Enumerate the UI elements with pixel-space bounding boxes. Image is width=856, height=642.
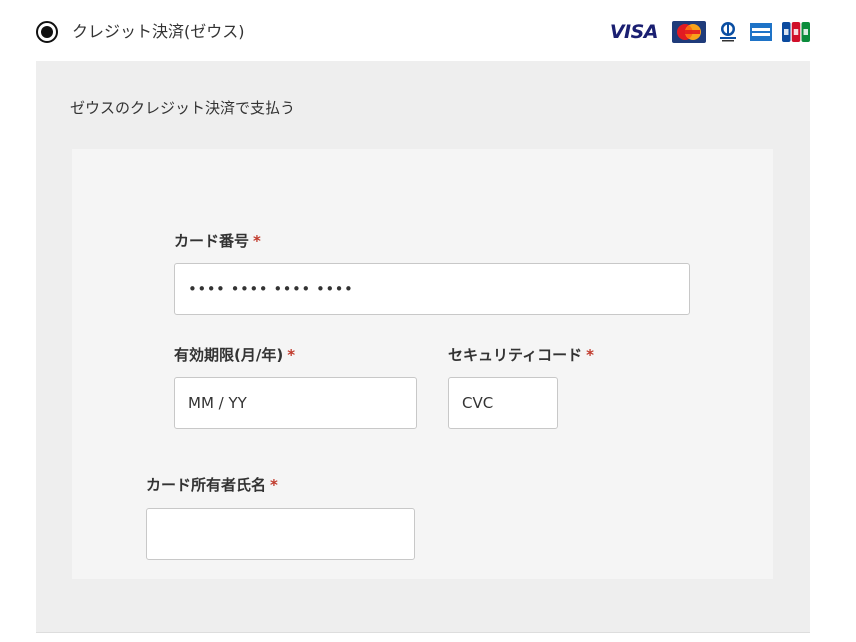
card-form: カード番号 * •••• •••• •••• •••• 有効期限(月/年) * MM…: [72, 149, 773, 579]
card-number-input[interactable]: •••• •••• •••• ••••: [174, 263, 690, 315]
radio-selected-dot: [41, 26, 53, 38]
card-holder-input[interactable]: [146, 508, 415, 560]
card-holder-label: カード所有者氏名 *: [146, 475, 278, 495]
panel-bottom-divider: [36, 632, 810, 633]
card-number-label-text: カード番号: [174, 232, 250, 250]
mastercard-logo-icon: [672, 21, 706, 43]
panel-description: ゼウスのクレジット決済で支払う: [70, 99, 296, 117]
amex-logo-icon: [750, 23, 772, 41]
visa-logo-icon: VISA: [609, 21, 659, 43]
payment-method-label[interactable]: クレジット決済(ゼウス): [72, 22, 245, 42]
card-number-value: •••• •••• •••• ••••: [188, 280, 354, 298]
required-mark: *: [287, 346, 296, 364]
cvc-label: セキュリティコード *: [448, 345, 594, 365]
cvc-label-text: セキュリティコード: [448, 346, 583, 364]
expiry-label-text: 有効期限(月/年): [174, 346, 284, 364]
required-mark: *: [270, 476, 278, 494]
expiry-label: 有効期限(月/年) *: [174, 345, 295, 365]
expiry-placeholder: MM / YY: [188, 394, 247, 412]
card-holder-label-text: カード所有者氏名: [146, 476, 267, 494]
payment-method-radio[interactable]: [36, 21, 58, 43]
expiry-input[interactable]: MM / YY: [174, 377, 417, 429]
diners-club-logo-icon: [716, 21, 740, 43]
required-mark: *: [253, 232, 261, 250]
required-mark: *: [586, 346, 594, 364]
payment-details-panel: ゼウスのクレジット決済で支払う カード番号 * •••• •••• •••• ••…: [36, 61, 810, 632]
jcb-logo-icon: [782, 22, 810, 42]
cvc-placeholder: CVC: [462, 394, 494, 412]
card-brand-logos: VISA: [610, 20, 810, 44]
card-number-label: カード番号 *: [174, 231, 261, 251]
cvc-input[interactable]: CVC: [448, 377, 558, 429]
payment-method-row[interactable]: クレジット決済(ゼウス) VISA: [36, 12, 810, 52]
